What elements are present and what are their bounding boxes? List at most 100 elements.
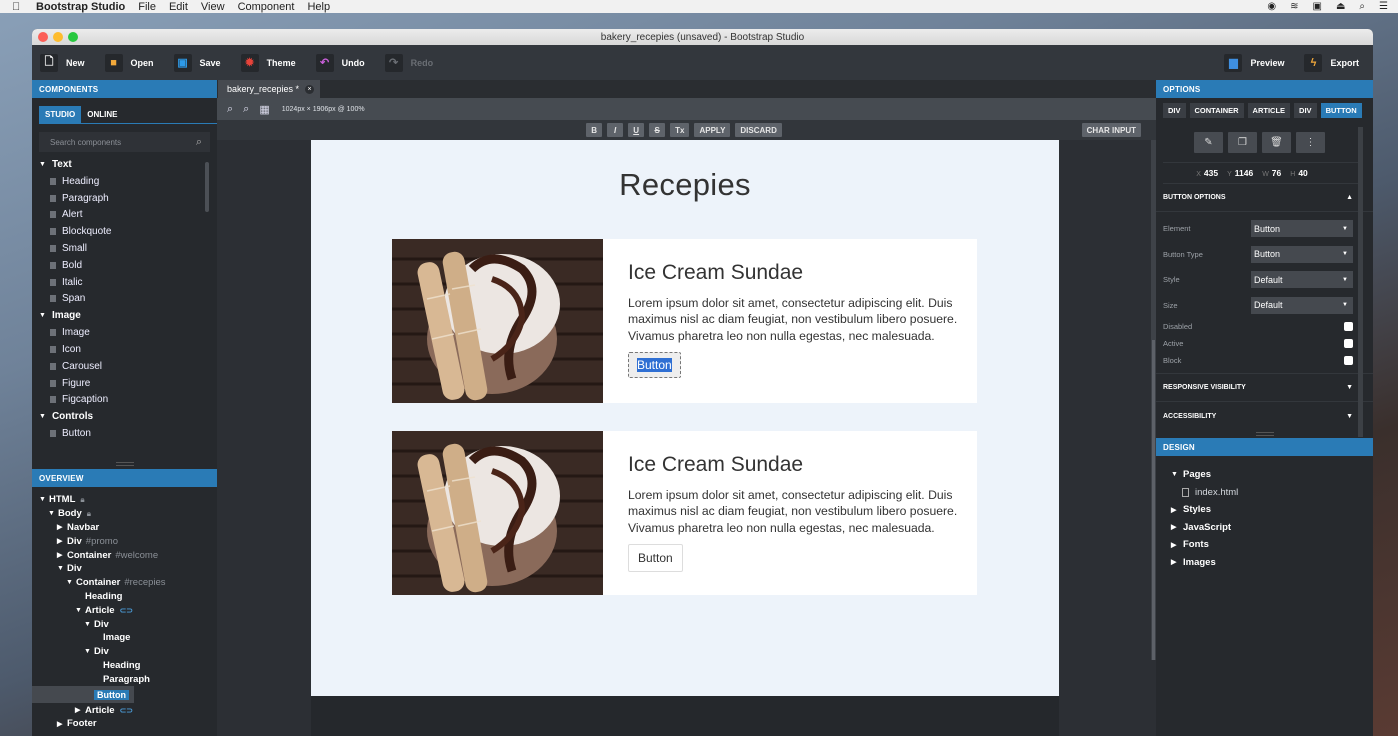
component-item[interactable]: Span xyxy=(32,291,217,308)
app-menu[interactable]: Bootstrap Studio xyxy=(36,1,125,13)
undo-button[interactable]: ↶ Undo xyxy=(315,53,365,72)
duplicate-button[interactable]: ❐ xyxy=(1228,132,1257,153)
record-icon[interactable]: ◉ xyxy=(1267,1,1276,12)
zoom-in-icon[interactable]: ⌕ xyxy=(227,103,233,116)
wifi-icon[interactable]: ≋ xyxy=(1290,1,1298,12)
zoom-out-icon[interactable]: ⌕ xyxy=(243,103,249,116)
caret-down-icon[interactable]: ▼ xyxy=(57,565,67,572)
overview-node[interactable]: Image xyxy=(32,631,217,645)
caret-down-icon[interactable]: ▼ xyxy=(48,510,58,517)
theme-button[interactable]: ✹ Theme xyxy=(240,53,296,72)
apply-button[interactable]: APPLY xyxy=(694,123,731,137)
italic-button[interactable]: I xyxy=(607,123,624,137)
char-input-button[interactable]: CHAR INPUT xyxy=(1081,123,1141,137)
component-item[interactable]: Carousel xyxy=(32,358,217,375)
caret-right-icon[interactable]: ▶ xyxy=(57,537,67,545)
save-button[interactable]: ▣ Save xyxy=(173,53,221,72)
overview-node[interactable]: ▼ Container #recepies xyxy=(32,576,217,590)
card-button-selected[interactable]: Button xyxy=(628,351,681,378)
component-item[interactable]: Alert xyxy=(32,207,217,224)
breadcrumb-container[interactable]: CONTAINER xyxy=(1189,103,1244,118)
more-button[interactable]: ⋮ xyxy=(1296,132,1325,153)
scrollbar-thumb[interactable] xyxy=(1152,340,1155,660)
overview-node[interactable]: ▼ Article ⊂⊃ xyxy=(32,603,217,617)
grid-toggle-icon[interactable]: ▦ xyxy=(259,103,269,116)
export-button[interactable]: ϟ Export xyxy=(1304,53,1359,72)
caret-right-icon[interactable]: ▶ xyxy=(57,551,67,559)
component-item[interactable]: Paragraph xyxy=(32,190,217,207)
block-checkbox[interactable] xyxy=(1344,356,1353,365)
sundae-image[interactable] xyxy=(392,239,603,403)
recipe-card[interactable]: Ice Cream Sundae Lorem ipsum dolor sit a… xyxy=(392,431,977,595)
delete-button[interactable]: 🗑︎ xyxy=(1262,132,1291,153)
tab-online[interactable]: ONLINE xyxy=(81,106,123,123)
overview-node[interactable]: ▼ Body 🔒︎ xyxy=(32,507,217,521)
responsive-visibility-section[interactable]: RESPONSIVE VISIBILITY ▼ xyxy=(1156,374,1373,402)
display-icon[interactable]: ▣ xyxy=(1313,1,1322,12)
strikethrough-button[interactable]: S xyxy=(649,123,666,137)
card-title[interactable]: Ice Cream Sundae xyxy=(628,453,958,477)
overview-node[interactable]: ▼ HTML 🔒︎ xyxy=(32,493,217,507)
design-item-styles[interactable]: ▶ Styles xyxy=(1156,501,1373,519)
document-tab[interactable]: bakery_recepies * × xyxy=(218,80,321,98)
overview-node[interactable]: Button xyxy=(32,686,134,704)
close-tab-icon[interactable]: × xyxy=(305,84,315,94)
card-title[interactable]: Ice Cream Sundae xyxy=(628,261,958,285)
recipe-card[interactable]: Ice Cream Sundae Lorem ipsum dolor sit a… xyxy=(392,239,977,403)
open-button[interactable]: ■ Open xyxy=(104,53,154,72)
component-item[interactable]: Icon xyxy=(32,341,217,358)
component-item[interactable]: Button xyxy=(32,425,217,442)
panel-resize-handle[interactable] xyxy=(1255,432,1274,436)
button-options-section[interactable]: BUTTON OPTIONS ▲ xyxy=(1156,184,1373,212)
search-components-input[interactable]: Search components ⌕ xyxy=(39,132,210,152)
component-item[interactable]: Heading xyxy=(32,173,217,190)
preview-button[interactable]: ▆ Preview xyxy=(1224,53,1284,72)
breadcrumb-article[interactable]: ARTICLE xyxy=(1247,103,1291,118)
menu-component[interactable]: Component xyxy=(238,1,295,13)
panel-resize-handle[interactable] xyxy=(115,462,134,466)
breadcrumb-button[interactable]: BUTTON xyxy=(1320,103,1362,118)
menu-edit[interactable]: Edit xyxy=(169,1,188,13)
tab-studio[interactable]: STUDIO xyxy=(39,106,82,123)
category-text[interactable]: ▼ Text xyxy=(32,156,217,173)
disabled-checkbox[interactable] xyxy=(1344,322,1353,331)
breadcrumb-div[interactable]: DIV xyxy=(1294,103,1317,118)
apple-icon[interactable]:  xyxy=(12,1,26,13)
component-item[interactable]: Bold xyxy=(32,257,217,274)
caret-down-icon[interactable]: ▼ xyxy=(84,621,94,628)
menu-help[interactable]: Help xyxy=(307,1,330,13)
zoom-window-button[interactable] xyxy=(68,32,78,42)
options-scrollbar[interactable] xyxy=(1358,127,1363,437)
active-checkbox[interactable] xyxy=(1344,339,1353,348)
element-select[interactable]: Button ▼ xyxy=(1251,220,1353,238)
category-controls[interactable]: ▼ Controls xyxy=(32,408,217,425)
component-item[interactable]: Small xyxy=(32,240,217,257)
card-text[interactable]: Lorem ipsum dolor sit amet, consectetur … xyxy=(628,487,958,536)
overview-node[interactable]: ▶ Article ⊂⊃ xyxy=(32,703,217,717)
overview-node[interactable]: ▼ Div xyxy=(32,617,217,631)
caret-right-icon[interactable]: ▶ xyxy=(57,523,67,531)
overview-node[interactable]: Heading xyxy=(32,659,217,673)
new-button[interactable]: 🗋 New xyxy=(40,53,85,72)
caret-right-icon[interactable]: ▶ xyxy=(57,720,67,728)
component-item[interactable]: Image xyxy=(32,324,217,341)
redo-button[interactable]: ↷ Redo xyxy=(384,53,433,72)
style-select[interactable]: Default ▼ xyxy=(1251,271,1353,289)
component-item[interactable]: Figure xyxy=(32,375,217,392)
underline-button[interactable]: U xyxy=(628,123,645,137)
button-type-select[interactable]: Button ▼ xyxy=(1251,245,1353,263)
caret-down-icon[interactable]: ▼ xyxy=(84,648,94,655)
page-heading[interactable]: Recepies xyxy=(311,167,1059,203)
menu-view[interactable]: View xyxy=(201,1,225,13)
overview-node[interactable]: ▶ Footer xyxy=(32,717,217,731)
caret-down-icon[interactable]: ▼ xyxy=(75,607,85,614)
caret-right-icon[interactable]: ▶ xyxy=(75,706,85,714)
close-window-button[interactable] xyxy=(38,32,48,42)
size-select[interactable]: Default ▼ xyxy=(1251,296,1353,314)
design-item-index-html[interactable]: index.html xyxy=(1156,484,1373,502)
menu-file[interactable]: File xyxy=(138,1,156,13)
minimize-window-button[interactable] xyxy=(53,32,63,42)
component-item[interactable]: Blockquote xyxy=(32,223,217,240)
design-item-images[interactable]: ▶ Images xyxy=(1156,554,1373,572)
category-image[interactable]: ▼ Image xyxy=(32,307,217,324)
